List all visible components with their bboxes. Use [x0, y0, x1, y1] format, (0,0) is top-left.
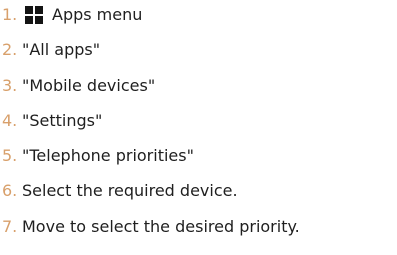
step-number: 6.	[2, 181, 18, 201]
step-4: 4. "Settings"	[0, 110, 397, 145]
step-1: 1. Apps menu	[0, 4, 397, 39]
instruction-steps-list: 1. Apps menu 2. "All apps" 3. "Mobile de…	[0, 4, 397, 251]
step-text: "All apps"	[22, 40, 101, 60]
step-number: 2.	[2, 40, 18, 60]
step-5: 5. "Telephone priorities"	[0, 145, 397, 180]
step-text: Move to select the desired priority.	[22, 216, 300, 236]
step-2: 2. "All apps"	[0, 39, 397, 74]
step-number: 4.	[2, 110, 18, 130]
step-number: 7.	[2, 216, 18, 236]
step-text: "Telephone priorities"	[22, 146, 194, 166]
step-7: 7. Move to select the desired priority.	[0, 216, 397, 251]
step-6: 6. Select the required device.	[0, 180, 397, 215]
step-number: 1.	[2, 5, 18, 24]
step-number: 5.	[2, 146, 18, 166]
step-text: "Settings"	[22, 110, 103, 130]
step-3: 3. "Mobile devices"	[0, 75, 397, 110]
step-text: Select the required device.	[22, 181, 238, 201]
step-text: "Mobile devices"	[22, 75, 156, 95]
apps-grid-icon	[25, 6, 43, 24]
step-number: 3.	[2, 75, 18, 95]
step-text: Apps menu	[52, 5, 143, 24]
